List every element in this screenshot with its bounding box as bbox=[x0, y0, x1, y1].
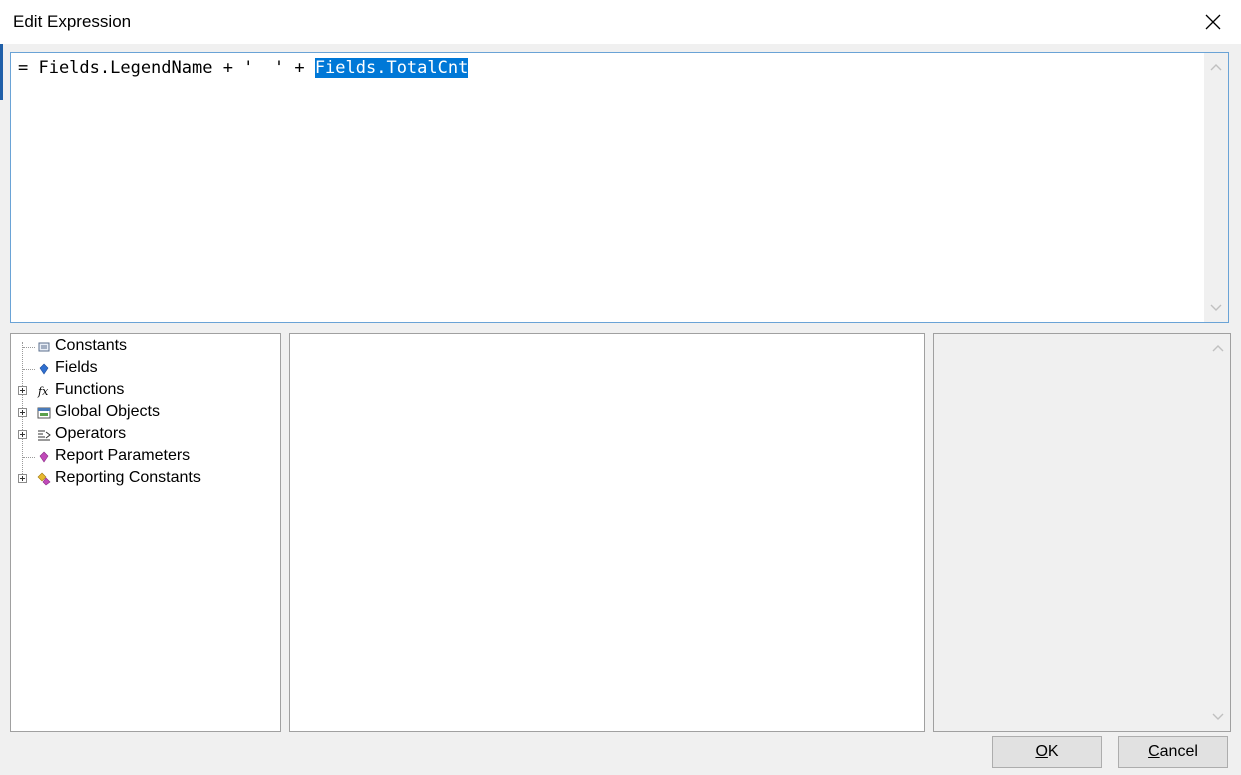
tree-item-label: Global Objects bbox=[55, 403, 160, 420]
tree-item-label: Functions bbox=[55, 381, 125, 398]
close-button[interactable] bbox=[1185, 0, 1241, 44]
tree-item-label: Operators bbox=[55, 425, 127, 442]
category-tree[interactable]: Constants Fields fx Functions Global Obj… bbox=[10, 333, 281, 732]
tree-item-global-objects[interactable]: Global Objects bbox=[11, 402, 280, 424]
ok-button[interactable]: OK bbox=[992, 736, 1102, 768]
function-icon: fx bbox=[37, 385, 49, 398]
expand-icon[interactable] bbox=[18, 408, 27, 417]
tree-item-fields[interactable]: Fields bbox=[11, 358, 280, 380]
ok-accelerator: O bbox=[1035, 743, 1048, 760]
tree-connector bbox=[23, 457, 35, 458]
expression-prefix: = Fields.LegendName + ' ' + bbox=[18, 58, 315, 78]
svg-text:fx: fx bbox=[37, 385, 49, 398]
scroll-down-icon[interactable] bbox=[1206, 705, 1230, 729]
dialog-title: Edit Expression bbox=[13, 12, 132, 31]
editor-scrollbar[interactable] bbox=[1204, 53, 1228, 322]
description-panel bbox=[933, 333, 1231, 732]
parameters-icon bbox=[39, 451, 49, 463]
cancel-accelerator: C bbox=[1148, 743, 1160, 760]
constants-icon bbox=[38, 342, 50, 352]
reporting-constants-icon bbox=[37, 472, 51, 486]
tree-item-label: Report Parameters bbox=[55, 447, 191, 464]
cancel-label: ancel bbox=[1159, 743, 1198, 760]
operators-icon bbox=[38, 430, 51, 441]
tree-item-constants[interactable]: Constants bbox=[11, 336, 280, 358]
tree-item-operators[interactable]: Operators bbox=[11, 424, 280, 446]
expression-editor[interactable]: = Fields.LegendName + ' ' + Fields.Total… bbox=[10, 52, 1229, 323]
close-icon bbox=[1205, 14, 1221, 30]
tree-item-report-parameters[interactable]: Report Parameters bbox=[11, 446, 280, 468]
scroll-down-icon[interactable] bbox=[1204, 296, 1228, 320]
tree-item-reporting-constants[interactable]: Reporting Constants bbox=[11, 468, 280, 490]
tree-connector bbox=[23, 347, 35, 348]
expression-selection: Fields.TotalCnt bbox=[314, 58, 469, 78]
item-list[interactable] bbox=[289, 333, 925, 732]
fields-icon bbox=[39, 363, 49, 375]
tree-item-label: Constants bbox=[55, 337, 128, 354]
scroll-up-icon[interactable] bbox=[1204, 55, 1228, 79]
tree-item-label: Reporting Constants bbox=[55, 469, 201, 486]
expand-icon[interactable] bbox=[18, 474, 27, 483]
window-edge-accent bbox=[0, 44, 3, 100]
scroll-up-icon[interactable] bbox=[1206, 336, 1230, 360]
expression-text[interactable]: = Fields.LegendName + ' ' + Fields.Total… bbox=[18, 58, 469, 78]
tree-item-label: Fields bbox=[55, 359, 98, 376]
description-scrollbar[interactable] bbox=[1206, 334, 1230, 731]
global-objects-icon bbox=[37, 407, 51, 419]
title-bar: Edit Expression bbox=[0, 0, 1241, 44]
ok-label: K bbox=[1047, 743, 1059, 760]
tree-item-functions[interactable]: fx Functions bbox=[11, 380, 280, 402]
expand-icon[interactable] bbox=[18, 386, 27, 395]
expand-icon[interactable] bbox=[18, 430, 27, 439]
tree-connector bbox=[23, 369, 35, 370]
cancel-button[interactable]: Cancel bbox=[1118, 736, 1228, 768]
